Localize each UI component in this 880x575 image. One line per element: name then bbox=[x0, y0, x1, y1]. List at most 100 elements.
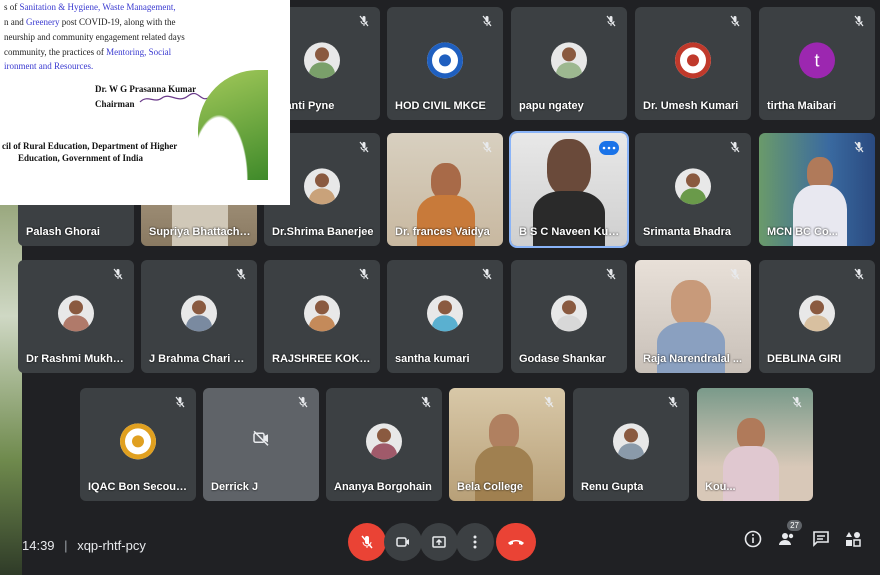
participant-tile[interactable]: papu ngatey bbox=[511, 7, 627, 120]
participant-tile[interactable]: Godase Shankar bbox=[511, 260, 627, 373]
participant-tile[interactable]: t tirtha Maibari bbox=[759, 7, 875, 120]
avatar-body bbox=[680, 187, 706, 204]
participant-name: Dr.Shrima Banerjee bbox=[272, 226, 374, 238]
end-call-button[interactable] bbox=[496, 523, 536, 561]
participant-name: HOD CIVIL MKCE bbox=[395, 100, 486, 112]
mic-off-icon bbox=[603, 15, 619, 31]
avatar-head bbox=[686, 172, 700, 187]
participant-tile[interactable]: Dr. frances Vaidya bbox=[387, 133, 503, 246]
avatar-body bbox=[618, 442, 644, 459]
participant-tile[interactable]: Dr. Umesh Kumari bbox=[635, 7, 751, 120]
line-text: n and bbox=[4, 17, 26, 27]
line-highlight: Mentoring, Social bbox=[106, 47, 172, 57]
org-logo-avatar bbox=[120, 422, 156, 459]
participant-tile[interactable]: Srimanta Bhadra bbox=[635, 133, 751, 246]
mic-off-icon bbox=[727, 15, 743, 31]
participant-tile[interactable]: santha kumari bbox=[387, 260, 503, 373]
participant-name: papu ngatey bbox=[519, 100, 584, 112]
participant-name: Srimanta Bhadra bbox=[643, 226, 732, 238]
participant-tile[interactable]: J Brahma Chari Kan... bbox=[141, 260, 257, 373]
avatar-head bbox=[562, 299, 576, 314]
participant-tile[interactable]: DEBLINA GIRI bbox=[759, 260, 875, 373]
mic-off-icon bbox=[665, 396, 681, 412]
participant-tile[interactable]: Renu Gupta bbox=[573, 388, 689, 501]
avatar bbox=[304, 167, 340, 204]
participant-name: DEBLINA GIRI bbox=[767, 353, 842, 365]
line-highlight: ironment and Resources. bbox=[4, 61, 94, 71]
person-head bbox=[431, 163, 461, 199]
participant-name: tirtha Maibari bbox=[767, 100, 837, 112]
participant-name: Renu Gupta bbox=[581, 481, 644, 493]
avatar bbox=[427, 294, 463, 331]
chat-button[interactable] bbox=[812, 530, 830, 553]
participant-tile[interactable]: Kou... bbox=[697, 388, 813, 501]
line-highlight: Sanitation & Hygiene, Waste Management, bbox=[19, 2, 176, 12]
people-button[interactable]: 27 bbox=[778, 520, 802, 553]
person-head bbox=[547, 139, 591, 195]
meeting-code: xqp-rhtf-pcy bbox=[77, 538, 146, 553]
participant-name: Dr Rashmi Mukherjee bbox=[26, 353, 128, 365]
mic-off-icon bbox=[541, 396, 557, 412]
avatar-head bbox=[562, 46, 576, 61]
participant-tile[interactable]: RAJSHREE KOKATE bbox=[264, 260, 380, 373]
present-button[interactable] bbox=[420, 523, 458, 561]
org-logo-avatar bbox=[675, 41, 711, 78]
participant-tile[interactable]: Raja Narendralal ... bbox=[635, 260, 751, 373]
avatar bbox=[551, 41, 587, 78]
mic-off-icon bbox=[356, 141, 372, 157]
camera-toggle-button[interactable] bbox=[384, 523, 422, 561]
participant-tile[interactable]: Dr Rashmi Mukherjee bbox=[18, 260, 134, 373]
participant-count-badge: 27 bbox=[787, 520, 802, 531]
participant-tile[interactable]: HOD CIVIL MKCE bbox=[387, 7, 503, 120]
avatar-head bbox=[438, 299, 452, 314]
signatory-title: Chairman bbox=[95, 99, 135, 109]
avatar bbox=[181, 294, 217, 331]
participant-name: Palash Ghorai bbox=[26, 226, 100, 238]
document-line: s of Sanitation & Hygiene, Waste Managem… bbox=[4, 2, 176, 12]
participant-name: Dr. frances Vaidya bbox=[395, 226, 490, 238]
participant-name: Dr. Umesh Kumari bbox=[643, 100, 739, 112]
avatar bbox=[304, 294, 340, 331]
avatar: t bbox=[799, 41, 835, 78]
mic-off-icon bbox=[295, 396, 311, 412]
avatar-body bbox=[371, 442, 397, 459]
participant-tile[interactable]: IQAC Bon Secours ... bbox=[80, 388, 196, 501]
logo-mark bbox=[687, 53, 699, 66]
participant-name: Ananya Borgohain bbox=[334, 481, 432, 493]
mic-off-icon bbox=[603, 268, 619, 284]
line-text: community, the practices of bbox=[4, 47, 107, 57]
mic-off-icon bbox=[172, 396, 188, 412]
avatar-head bbox=[315, 172, 329, 187]
mic-toggle-button[interactable] bbox=[348, 523, 386, 561]
avatar bbox=[366, 422, 402, 459]
mic-off-icon bbox=[851, 141, 867, 157]
separator: | bbox=[64, 538, 68, 553]
line-highlight: Greenery bbox=[26, 17, 60, 27]
camera-icon bbox=[396, 537, 409, 547]
participant-name: Derrick J bbox=[211, 481, 259, 493]
participant-tile[interactable]: Ananya Borgohain bbox=[326, 388, 442, 501]
mic-off-icon bbox=[727, 141, 743, 157]
mic-off-icon bbox=[789, 396, 805, 412]
activities-button[interactable] bbox=[844, 530, 862, 553]
meeting-info-button[interactable] bbox=[744, 530, 762, 553]
avatar-body bbox=[804, 314, 830, 331]
participant-tile[interactable]: MCN BC Co... bbox=[759, 133, 875, 246]
participant-tile[interactable]: B S C Naveen Kum... bbox=[509, 131, 629, 248]
chat-icon bbox=[813, 531, 829, 547]
more-options-button[interactable] bbox=[456, 523, 494, 561]
avatar-head bbox=[69, 299, 83, 314]
info-icon bbox=[744, 530, 762, 548]
participant-tile[interactable]: Derrick J bbox=[203, 388, 319, 501]
mic-off-icon bbox=[110, 268, 126, 284]
person-head bbox=[671, 280, 711, 326]
participant-tile[interactable]: Bela College bbox=[449, 388, 565, 501]
person-head bbox=[489, 414, 519, 450]
participant-name: RAJSHREE KOKATE bbox=[272, 353, 374, 365]
more-dots-icon[interactable] bbox=[599, 141, 619, 155]
mic-off-icon bbox=[479, 15, 495, 31]
avatar-head bbox=[192, 299, 206, 314]
person-body bbox=[657, 322, 725, 373]
document-line: neurship and community engagement relate… bbox=[4, 32, 185, 42]
line-text: neurship and community engagement relate… bbox=[4, 32, 185, 42]
